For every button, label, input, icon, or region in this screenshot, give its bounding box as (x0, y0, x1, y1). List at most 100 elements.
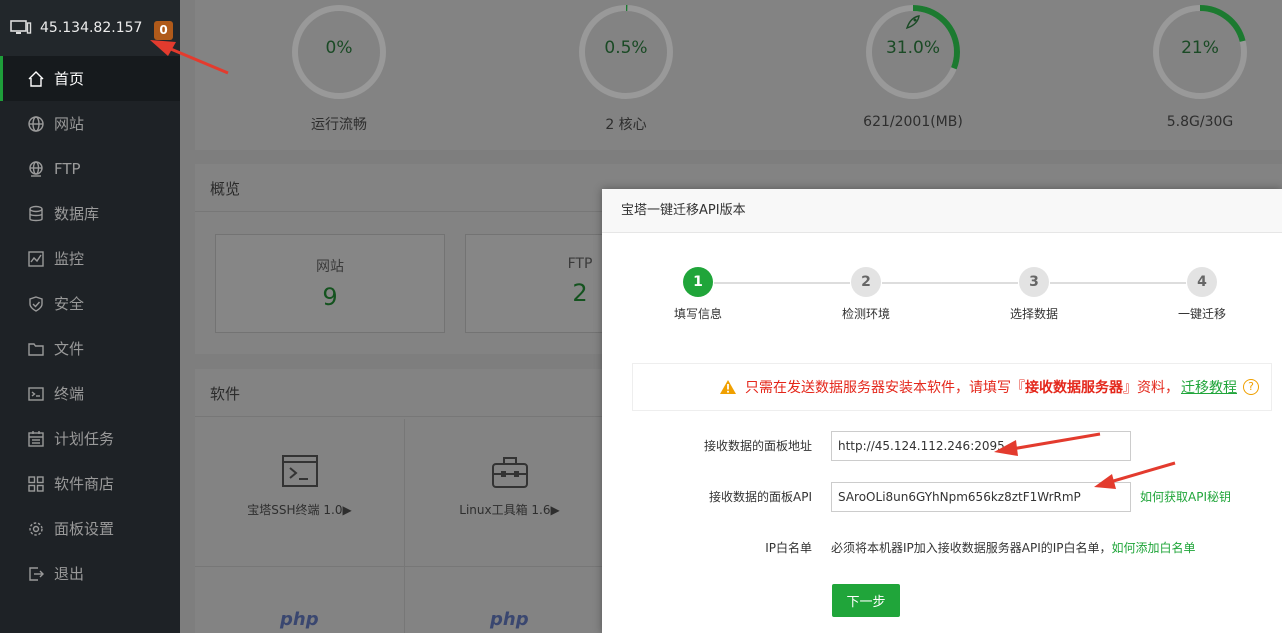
step-label: 选择数据 (1009, 307, 1058, 321)
server-header[interactable]: 45.134.82.157 (0, 0, 180, 56)
step-2: 2 检测环境 (826, 267, 906, 322)
status-gauges: 0% 运行流畅 0.5% 2 核心 31.0% 621/2001(MB) 21% 5.8G/3… (195, 0, 1282, 150)
notice-bold: 接收数据服务器 (1025, 380, 1123, 396)
logout-icon (27, 565, 45, 583)
url-label: 接收数据的面板地址 (703, 439, 812, 453)
sidebar-item-label: FTP (54, 159, 81, 178)
database-icon (27, 205, 45, 223)
ftp-globe-icon (27, 160, 45, 178)
software-item-name: Linux工具箱 1.6▶ (459, 503, 560, 517)
toolbox-icon (491, 457, 528, 488)
sidebar-item-label: 安全 (54, 295, 85, 313)
overview-box-value: 9 (322, 283, 338, 311)
software-item-php-2[interactable]: php (405, 567, 615, 633)
add-whitelist-link[interactable]: 如何添加白名单 (1112, 541, 1196, 555)
sidebar-item-4[interactable]: 监控 (0, 236, 180, 281)
php-logo: php (280, 609, 319, 630)
sidebar-item-1[interactable]: 网站 (0, 101, 180, 146)
sidebar-item-0[interactable]: 首页 (0, 56, 180, 101)
warning-icon (720, 380, 736, 394)
sidebar-item-label: 软件商店 (54, 475, 115, 493)
sidebar-item-label: 监控 (54, 250, 85, 268)
sidebar-item-label: 面板设置 (54, 520, 115, 538)
gauge-caption: 621/2001(MB) (863, 114, 963, 130)
next-step-button[interactable]: 下一步 (832, 584, 900, 617)
folder-icon (27, 340, 45, 358)
grid-icon (27, 475, 45, 493)
step-label: 填写信息 (673, 307, 722, 321)
ip-whitelist-label: IP白名单 (765, 541, 812, 555)
step-1: 1 填写信息 (658, 267, 738, 322)
form-row-ip: IP白名单 必须将本机器IP加入接收数据服务器API的IP白名单，如何添加白名单 (602, 533, 1282, 563)
sidebar-item-11[interactable]: 退出 (0, 551, 180, 596)
step-label: 检测环境 (841, 307, 890, 321)
notice-banner: 只需在发送数据服务器安装本软件，请填写『 接收数据服务器 』资料， 迁移教程 ? (632, 363, 1272, 411)
terminal-window-icon (281, 455, 318, 487)
status-gauge[interactable]: 0.5% 2 核心 (576, 4, 676, 134)
gauge-value: 0% (325, 38, 353, 58)
sidebar-item-8[interactable]: 计划任务 (0, 416, 180, 461)
migration-tutorial-link[interactable]: 迁移教程 (1181, 377, 1237, 397)
monitor-icon (27, 250, 45, 268)
sidebar-item-9[interactable]: 软件商店 (0, 461, 180, 506)
sidebar-item-7[interactable]: 终端 (0, 371, 180, 416)
gauge-value: 31.0% (885, 38, 940, 58)
gauge-value: 0.5% (604, 38, 648, 58)
sidebar-item-label: 计划任务 (54, 430, 115, 448)
sidebar-item-label: 终端 (54, 385, 85, 403)
step-4: 4 一键迁移 (1162, 267, 1242, 322)
migration-dialog: 宝塔一键迁移API版本 1 填写信息 2 检测环境 3 选择数据 4 一键迁移 只需在发送数据… (602, 189, 1282, 633)
overview-box-sites[interactable]: 网站 9 (215, 234, 445, 333)
sidebar-item-5[interactable]: 安全 (0, 281, 180, 326)
software-item-ssh[interactable]: 宝塔SSH终端 1.0▶ (195, 419, 405, 567)
sidebar-item-label: 文件 (54, 340, 85, 358)
gauge-value: 21% (1181, 38, 1219, 58)
sidebar-item-10[interactable]: 面板设置 (0, 506, 180, 551)
software-item-toolbox[interactable]: Linux工具箱 1.6▶ (405, 419, 615, 567)
globe-icon (27, 115, 45, 133)
notification-badge[interactable]: 0 (154, 21, 173, 40)
overview-box-label: 网站 (316, 259, 344, 275)
sidebar-item-6[interactable]: 文件 (0, 326, 180, 371)
php-logo: php (490, 609, 529, 630)
form-row-api: 接收数据的面板API 如何获取API秘钥 (602, 482, 1282, 512)
sidebar-item-label: 首页 (54, 70, 85, 88)
step-3: 3 选择数据 (994, 267, 1074, 322)
ip-whitelist-text: 必须将本机器IP加入接收数据服务器API的IP白名单，如何添加白名单 (831, 533, 1196, 563)
step-label: 一键迁移 (1177, 307, 1226, 321)
sidebar-item-label: 网站 (54, 115, 85, 133)
sidebar-item-3[interactable]: 数据库 (0, 191, 180, 236)
shield-icon (27, 295, 45, 313)
calendar-icon (27, 430, 45, 448)
step-number: 2 (851, 267, 881, 297)
panel-api-input[interactable] (831, 482, 1131, 512)
monitor-icon (10, 20, 32, 34)
step-number: 1 (683, 267, 713, 297)
gauge-caption: 5.8G/30G (1166, 114, 1234, 130)
ip-whitelist-hint: 必须将本机器IP加入接收数据服务器API的IP白名单， (831, 541, 1112, 555)
gauge-caption: 2 核心 (605, 117, 647, 133)
notice-text-before: 只需在发送数据服务器安装本软件，请填写『 (745, 380, 1025, 396)
software-item-name: 宝塔SSH终端 1.0▶ (247, 503, 352, 517)
sidebar: 45.134.82.157 0 首页网站 FTP 数据库监控安全文件终端计划任务软件… (0, 0, 180, 633)
gear-icon (27, 520, 45, 538)
software-item-php-1[interactable]: php (195, 567, 405, 633)
home-icon (27, 70, 45, 88)
api-label: 接收数据的面板API (709, 490, 812, 504)
status-gauge[interactable]: 31.0% 621/2001(MB) (863, 4, 963, 130)
sidebar-item-label: 数据库 (54, 205, 100, 223)
sidebar-item-2[interactable]: FTP (0, 146, 180, 191)
sidebar-menu: 首页网站 FTP 数据库监控安全文件终端计划任务软件商店面板设置退出 (0, 56, 180, 596)
dialog-title: 宝塔一键迁移API版本 (602, 189, 1282, 233)
sidebar-item-label: 退出 (54, 565, 85, 583)
status-gauge[interactable]: 21% 5.8G/30G (1150, 4, 1250, 130)
step-indicator: 1 填写信息 2 检测环境 3 选择数据 4 一键迁移 (602, 267, 1282, 327)
form-row-url: 接收数据的面板地址 (602, 431, 1282, 461)
gauge-caption: 运行流畅 (311, 117, 367, 133)
get-api-key-link[interactable]: 如何获取API秘钥 (1140, 482, 1231, 512)
help-icon[interactable]: ? (1243, 379, 1259, 395)
panel-url-input[interactable] (831, 431, 1131, 461)
step-number: 4 (1187, 267, 1217, 297)
terminal-icon (27, 385, 45, 403)
status-gauge[interactable]: 0% 运行流畅 (289, 4, 389, 134)
